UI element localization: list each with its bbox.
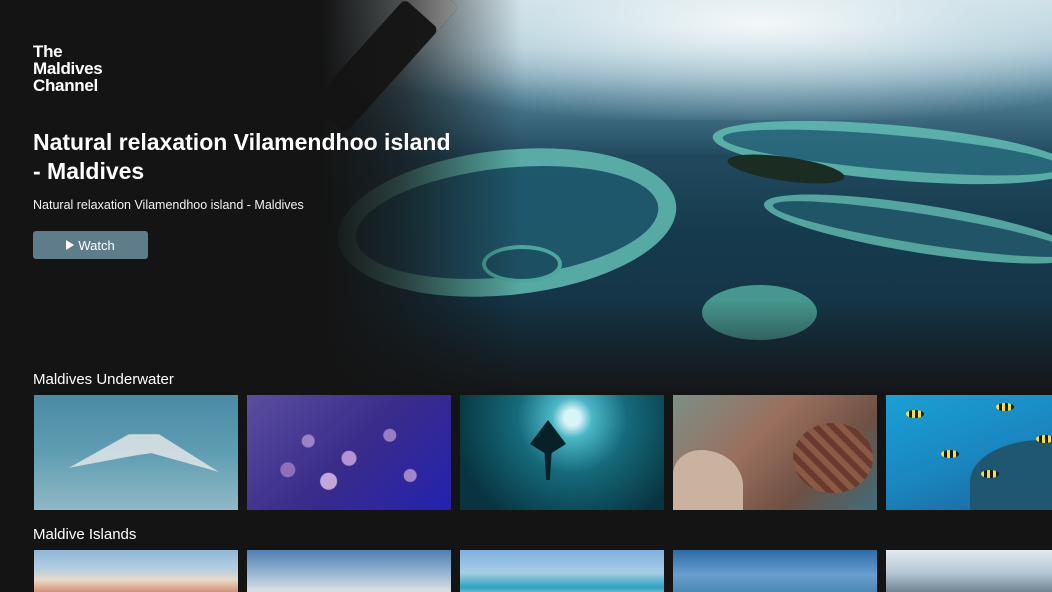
- hero-title: Natural relaxation Vilamendhoo island - …: [33, 129, 451, 184]
- video-thumbnail-harbor[interactable]: [673, 550, 877, 592]
- video-thumbnail-reef-fish[interactable]: [886, 395, 1052, 510]
- logo-line-1: The: [33, 42, 63, 61]
- logo-line-3: Channel: [33, 76, 98, 95]
- video-thumbnail-villa[interactable]: [886, 550, 1052, 592]
- video-thumbnail-city[interactable]: [34, 550, 238, 592]
- channel-logo: The Maldives Channel: [33, 42, 103, 95]
- video-thumbnail-deep-blue[interactable]: [460, 395, 664, 510]
- video-thumbnail-purple-fish[interactable]: [247, 395, 451, 510]
- play-icon: [66, 240, 75, 250]
- video-thumbnail-manta-ray[interactable]: [34, 395, 238, 510]
- video-thumbnail-palm-buildings[interactable]: [247, 550, 451, 592]
- row-title-underwater: Maldives Underwater: [33, 371, 174, 388]
- watch-label: Watch: [78, 237, 115, 253]
- hero-subtitle: Natural relaxation Vilamendhoo island - …: [33, 198, 304, 212]
- logo-line-2: Maldives: [33, 59, 103, 78]
- watch-button[interactable]: Watch: [33, 231, 148, 259]
- video-thumbnail-beach[interactable]: [460, 550, 664, 592]
- row-title-islands: Maldive Islands: [33, 526, 137, 543]
- video-thumbnail-sea-turtle[interactable]: [673, 395, 877, 510]
- row-underwater: [34, 395, 1052, 510]
- row-islands: [34, 550, 1052, 592]
